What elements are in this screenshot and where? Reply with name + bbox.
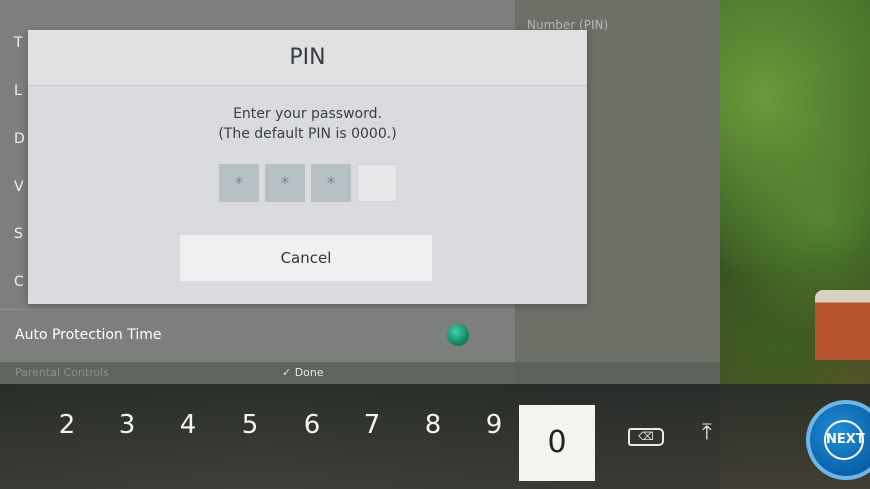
key-0-selected[interactable]: 0 [519,405,595,481]
pin-dialog: PIN Enter your password. (The default PI… [28,30,587,304]
pin-digit-4[interactable] [357,164,397,202]
key-5[interactable]: 5 [230,410,270,440]
pin-digit-2[interactable]: * [265,164,305,202]
pin-digit-3[interactable]: * [311,164,351,202]
dialog-message-line1: Enter your password. [233,106,382,122]
key-8[interactable]: 8 [413,410,453,440]
background-planter [815,290,870,360]
toggle-on-indicator [447,324,469,346]
keyboard-done-bar: Parental Controls ✓ Done [0,362,720,384]
menu-item-t[interactable]: T [14,35,23,51]
menu-item-c[interactable]: C [14,274,24,290]
tv-screen: T L D V S C Auto Protection Time Number … [0,0,870,489]
hidden-row-label: Parental Controls [15,366,109,379]
cancel-button[interactable]: Cancel [180,235,432,281]
backspace-icon[interactable]: ⌫ [628,428,664,446]
menu-item-v[interactable]: V [14,179,24,195]
auto-protection-row[interactable]: Auto Protection Time [0,309,515,363]
key-3[interactable]: 3 [107,410,147,440]
key-6[interactable]: 6 [292,410,332,440]
dialog-title: PIN [28,30,587,86]
shift-icon[interactable]: ⤒ [702,420,712,445]
dialog-message-line2: (The default PIN is 0000.) [218,126,397,142]
menu-item-d[interactable]: D [14,131,25,147]
menu-item-l[interactable]: L [14,83,22,99]
pin-digit-1[interactable]: * [219,164,259,202]
key-2[interactable]: 2 [47,410,87,440]
key-7[interactable]: 7 [352,410,392,440]
key-9[interactable]: 9 [474,410,514,440]
done-button[interactable]: ✓ Done [282,366,324,379]
key-4[interactable]: 4 [168,410,208,440]
auto-protection-label: Auto Protection Time [15,327,162,343]
menu-item-s[interactable]: S [14,226,23,242]
next-label: NEXT [824,420,865,460]
